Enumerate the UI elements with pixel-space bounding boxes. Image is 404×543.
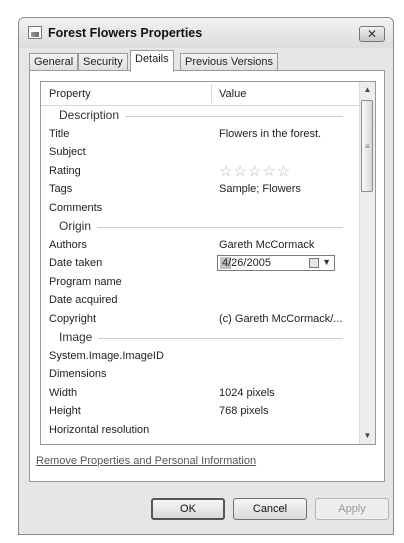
row-date-acquired[interactable]: Date acquired xyxy=(41,291,361,310)
scrollbar-thumb[interactable]: ≡ xyxy=(361,100,373,192)
property-name: Subject xyxy=(49,146,86,158)
row-title[interactable]: Title Flowers in the forest. xyxy=(41,125,361,144)
group-origin: Origin xyxy=(41,217,361,236)
property-name: Height xyxy=(49,405,81,417)
row-rating[interactable]: Rating ☆☆☆☆☆ xyxy=(41,162,361,181)
window-title: Forest Flowers Properties xyxy=(48,26,203,40)
group-title: Origin xyxy=(59,219,98,233)
group-description: Description xyxy=(41,106,361,125)
row-image-id[interactable]: System.Image.ImageID xyxy=(41,347,361,366)
date-taken-picker[interactable]: 4/26/2005 ▼ xyxy=(217,255,335,271)
tab-details[interactable]: Details xyxy=(130,50,174,72)
row-dimensions[interactable]: Dimensions xyxy=(41,365,361,384)
property-value[interactable]: Sample; Flowers xyxy=(219,183,301,195)
property-name: Program name xyxy=(49,275,122,288)
property-name: Date taken xyxy=(49,257,103,269)
group-title: Description xyxy=(59,108,126,122)
rating-stars[interactable]: ☆☆☆☆☆ xyxy=(219,162,291,180)
property-name: Dimensions xyxy=(49,368,107,380)
property-name: Horizontal resolution xyxy=(49,423,150,436)
tab-security[interactable]: Security xyxy=(78,53,128,71)
column-separator[interactable] xyxy=(211,84,212,103)
row-tags[interactable]: Tags Sample; Flowers xyxy=(41,180,361,199)
chevron-down-icon[interactable]: ▼ xyxy=(322,257,331,267)
close-button[interactable]: ✕ xyxy=(359,26,385,42)
row-horizontal-resolution[interactable]: Horizontal resolution xyxy=(41,421,361,440)
property-value[interactable]: (c) Gareth McCormack/... xyxy=(219,313,342,325)
vertical-scrollbar[interactable]: ▲ ≡ ▼ xyxy=(359,82,375,444)
property-name: Comments xyxy=(49,201,103,214)
property-list[interactable]: Property Value Description Title Flowers… xyxy=(40,81,376,445)
apply-button[interactable]: Apply xyxy=(315,498,389,520)
property-name: Title xyxy=(49,127,70,140)
grip-icon: ≡ xyxy=(365,142,370,151)
property-rows: Description Title Flowers in the forest.… xyxy=(41,106,361,439)
group-image: Image xyxy=(41,328,361,347)
properties-dialog: Forest Flowers Properties ✕ General Secu… xyxy=(18,17,394,535)
list-header: Property Value xyxy=(41,82,361,106)
row-copyright[interactable]: Copyright (c) Gareth McCormack/... xyxy=(41,310,361,329)
details-panel: Property Value Description Title Flowers… xyxy=(29,70,385,482)
row-subject[interactable]: Subject xyxy=(41,143,361,162)
row-authors[interactable]: Authors Gareth McCormack xyxy=(41,236,361,255)
column-header-property[interactable]: Property xyxy=(49,88,91,100)
cancel-button[interactable]: Cancel xyxy=(233,498,307,520)
property-value[interactable]: 1024 pixels xyxy=(219,387,275,399)
tab-general[interactable]: General xyxy=(29,53,79,71)
remove-properties-link[interactable]: Remove Properties and Personal Informati… xyxy=(36,455,256,467)
tab-previous-versions[interactable]: Previous Versions xyxy=(180,53,279,71)
scroll-up-arrow-icon[interactable]: ▲ xyxy=(360,82,375,98)
row-date-taken[interactable]: Date taken 4/26/2005 ▼ xyxy=(41,254,361,273)
image-file-icon xyxy=(28,26,42,39)
group-divider xyxy=(59,338,343,339)
group-divider xyxy=(59,227,343,228)
property-name: Tags xyxy=(49,183,73,195)
property-value[interactable]: Gareth McCormack xyxy=(219,239,314,251)
ok-button[interactable]: OK xyxy=(151,498,225,520)
calendar-icon[interactable] xyxy=(309,258,319,268)
row-width[interactable]: Width 1024 pixels xyxy=(41,384,361,403)
property-value[interactable]: 768 pixels xyxy=(219,405,269,417)
property-name: Date acquired xyxy=(49,294,118,306)
property-name: Rating xyxy=(49,164,81,177)
title-bar[interactable]: Forest Flowers Properties ✕ xyxy=(19,18,393,48)
property-value[interactable]: Flowers in the forest. xyxy=(219,128,321,140)
column-header-value[interactable]: Value xyxy=(219,88,246,100)
property-name: System.Image.ImageID xyxy=(49,349,164,362)
row-program-name[interactable]: Program name xyxy=(41,273,361,292)
row-comments[interactable]: Comments xyxy=(41,199,361,218)
tab-strip: General Security Details Previous Versio… xyxy=(29,50,383,72)
property-name: Authors xyxy=(49,238,87,251)
date-taken-value[interactable]: 4/26/2005 xyxy=(222,257,271,269)
property-name: Copyright xyxy=(49,312,97,325)
group-title: Image xyxy=(59,330,99,344)
scroll-down-arrow-icon[interactable]: ▼ xyxy=(360,428,375,444)
row-height[interactable]: Height 768 pixels xyxy=(41,402,361,421)
property-name: Width xyxy=(49,386,78,399)
